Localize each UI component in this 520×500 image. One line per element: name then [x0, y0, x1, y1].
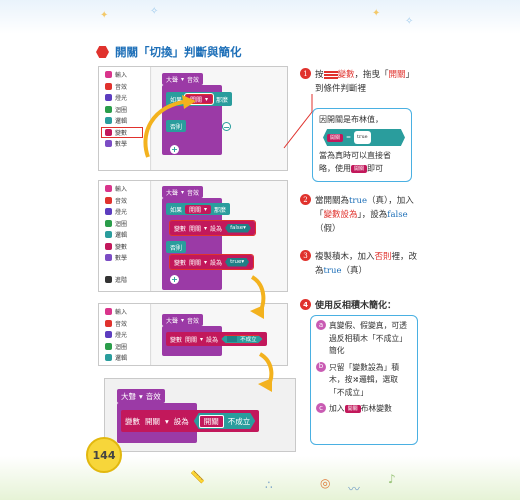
else-block[interactable]: 否則	[166, 241, 187, 253]
set-variable-block[interactable]: 變數 開關 ▾ 設為 false ▾	[169, 220, 256, 236]
section-title: 開關「切換」判斷與簡化	[96, 44, 242, 60]
step-4-box: a 真變假、假變真，可透過反相積木「不成立」簡化 b 只留「變數設為」積木，按⤮邏輯…	[310, 315, 418, 445]
palette-input[interactable]: 輸入	[99, 306, 150, 318]
step-number: 1	[300, 68, 311, 79]
event-block[interactable]: 大聲 ▾ 音效	[162, 314, 204, 326]
step-1: 1 按變數，拖曳「開關」到條件判斷裡	[300, 68, 420, 96]
note-box: 因開關是布林值， 開關 = true 當為真時可以直接省略，使用 開關 即可	[312, 108, 412, 182]
connector-line	[283, 94, 313, 149]
star-icon: ✦	[100, 10, 109, 21]
palette-advanced[interactable]: 進階	[99, 274, 150, 286]
plus-icon[interactable]: +	[170, 275, 179, 284]
palette-logic[interactable]: 邏輯	[99, 229, 150, 241]
set-variable-block[interactable]: 變數 開關 ▾ 設為 不成立	[166, 332, 267, 346]
palette-loops[interactable]: 迴圈	[99, 341, 150, 353]
step-number: 3	[300, 250, 311, 261]
compass-icon: ◎	[320, 476, 331, 490]
palette-variables[interactable]: 變數	[99, 241, 150, 253]
block-palette: 輸入 音效 燈光 迴圈 邏輯 變數 數學 進階	[99, 181, 151, 291]
ruler-icon: 📏	[190, 470, 205, 484]
event-block[interactable]: 大聲 ▾ 音效	[162, 186, 204, 198]
music-note-icon: ♪	[388, 472, 396, 486]
palette-input[interactable]: 輸入	[99, 69, 150, 81]
if-block[interactable]: 如果 開關 ▾ 那麼	[166, 203, 231, 215]
curved-arrow-icon	[258, 352, 274, 392]
sub-step-b: b 只留「變數設為」積木，按⤮邏輯，選取「不成立」	[316, 361, 412, 400]
palette-led[interactable]: 燈光	[99, 329, 150, 341]
palette-loops[interactable]: 迴圈	[99, 218, 150, 230]
variables-icon	[323, 70, 338, 79]
sub-step-a: a 真變假、假變真，可透過反相積木「不成立」簡化	[316, 320, 412, 358]
step-3: 3 複製積木，加入否則裡，改為true（真）	[300, 250, 420, 278]
palette-led[interactable]: 燈光	[99, 206, 150, 218]
step-2: 2 當開關為true（真），加入「變數設為」，設為false（假）	[300, 194, 420, 236]
palette-logic[interactable]: 邏輯	[99, 352, 150, 364]
set-variable-block[interactable]: 變數 開關 ▾ 設為 true ▾	[168, 254, 255, 270]
event-block[interactable]: 大聲 ▾ 音效	[117, 389, 165, 403]
set-variable-block[interactable]: 變數 開關 ▾ 設為 開關 不成立	[121, 410, 260, 432]
palette-input[interactable]: 輸入	[99, 183, 150, 195]
curved-arrow-icon	[250, 275, 266, 319]
page-number: 144	[86, 437, 122, 473]
step-number: 4	[300, 299, 311, 310]
star-icon: ✦	[372, 8, 381, 19]
palette-music[interactable]: 音效	[99, 195, 150, 207]
event-block[interactable]: 大聲 ▾ 音效	[162, 73, 204, 85]
wave-icon: 〰	[348, 482, 361, 496]
star-icon: ✧	[150, 6, 159, 17]
top-band	[0, 0, 520, 34]
curved-arrow-icon	[143, 95, 196, 158]
palette-music[interactable]: 音效	[99, 318, 150, 330]
step-number: 2	[300, 194, 311, 205]
palette-math[interactable]: 數學	[99, 252, 150, 264]
block-palette: 輸入 音效 燈光 迴圈 邏輯	[99, 304, 151, 365]
palette-music[interactable]: 音效	[99, 81, 150, 93]
minus-icon[interactable]: −	[222, 122, 231, 132]
star-icon: ✧	[405, 16, 414, 27]
sub-step-c: c 加入 開關 布林變數	[316, 403, 412, 416]
hexagon-icon	[96, 46, 109, 58]
compare-block: 開關 = true	[323, 129, 405, 146]
bottom-band	[0, 456, 520, 500]
footprint-icon: ∴	[265, 478, 273, 492]
step-4-heading: 4 使用反相積木簡化：	[300, 298, 396, 311]
